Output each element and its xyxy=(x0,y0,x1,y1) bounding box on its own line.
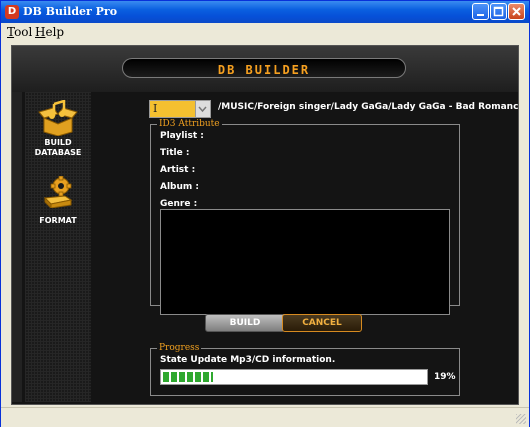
genre-list[interactable] xyxy=(160,209,450,315)
sidebar-item-label: FORMAT xyxy=(39,216,77,225)
sidebar-item-format[interactable]: FORMAT xyxy=(25,176,91,232)
genre-label: Genre : xyxy=(160,199,198,209)
close-icon xyxy=(512,7,521,16)
chevron-down-icon xyxy=(198,106,207,113)
progress-legend: Progress xyxy=(157,342,202,354)
box-music-note-icon xyxy=(38,100,78,136)
left-edge-bar xyxy=(12,92,22,402)
close-button[interactable] xyxy=(508,3,525,20)
app-window: D DB Builder Pro Tool Help DB BUILDER BU… xyxy=(0,0,530,427)
resize-grip-icon[interactable] xyxy=(516,414,526,424)
minimize-button[interactable] xyxy=(472,3,489,20)
build-button[interactable]: BUILD xyxy=(205,314,285,332)
menu-bar: Tool Help xyxy=(1,23,529,41)
status-bar xyxy=(1,407,529,427)
title-bar[interactable]: D DB Builder Pro xyxy=(1,1,529,23)
artist-label: Artist : xyxy=(160,165,196,175)
sidebar-item-label: BUILD DATABASE xyxy=(34,138,82,157)
playlist-label: Playlist : xyxy=(160,131,204,141)
state-label: State xyxy=(160,355,188,365)
dropdown-arrow[interactable] xyxy=(195,101,210,117)
state-line: State Update Mp3/CD information. xyxy=(160,355,335,365)
banner-title: DB BUILDER xyxy=(217,63,311,77)
gear-format-icon xyxy=(43,176,73,208)
app-panel: DB BUILDER BUILD DATABASE FORMAT I /MUSI… xyxy=(11,45,519,405)
id3-attribute-group: ID3 Attribute Playlist : Title : Artist … xyxy=(150,118,460,315)
maximize-button[interactable] xyxy=(490,3,507,20)
sidebar: BUILD DATABASE FORMAT xyxy=(25,92,91,402)
title-label: Title : xyxy=(160,148,190,158)
menu-tool[interactable]: Tool xyxy=(7,25,32,39)
app-logo-icon: D xyxy=(5,5,19,19)
banner: DB BUILDER xyxy=(122,58,406,78)
progress-fill xyxy=(163,372,213,382)
drive-select-value: I xyxy=(153,102,158,115)
menu-help[interactable]: Help xyxy=(35,25,64,39)
file-path: /MUSIC/Foreign singer/Lady GaGa/Lady GaG… xyxy=(218,102,519,112)
window-title: DB Builder Pro xyxy=(23,5,118,18)
progress-group: Progress State Update Mp3/CD information… xyxy=(150,342,460,396)
cancel-button[interactable]: CANCEL xyxy=(282,314,362,332)
album-label: Album : xyxy=(160,182,200,192)
progress-percent: 19% xyxy=(434,372,456,382)
drive-select[interactable]: I xyxy=(149,100,211,118)
id3-legend: ID3 Attribute xyxy=(157,118,222,130)
sidebar-item-build-database[interactable]: BUILD DATABASE xyxy=(25,100,91,160)
header-bar: DB BUILDER xyxy=(12,46,518,92)
minimize-icon xyxy=(477,14,484,16)
progress-bar xyxy=(160,369,428,385)
maximize-icon xyxy=(493,6,504,17)
state-text: Update Mp3/CD information. xyxy=(190,355,336,365)
